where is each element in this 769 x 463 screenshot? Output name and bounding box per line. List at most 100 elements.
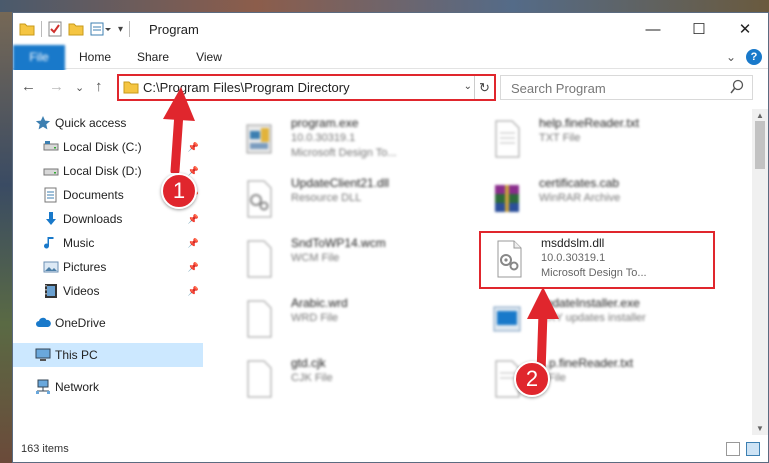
forward-button[interactable]: → bbox=[49, 78, 64, 95]
sidebar-item-network[interactable]: Network bbox=[13, 375, 203, 399]
folder-icon bbox=[19, 23, 35, 36]
quick-access-toolbar: ▾ bbox=[19, 21, 131, 37]
properties-icon[interactable] bbox=[48, 21, 62, 37]
file-item[interactable]: gtd.cjk CJK File bbox=[229, 353, 479, 411]
file-name: SndToWP14.wcm bbox=[291, 236, 386, 250]
sidebar-item-label: Music bbox=[63, 236, 95, 250]
sidebar-item-downloads[interactable]: Downloads 📌 bbox=[13, 207, 203, 231]
sidebar-item-label: Network bbox=[55, 380, 100, 394]
title-bar: ▾ Program — ☐ ✕ bbox=[13, 13, 768, 45]
file-item[interactable]: updateInstaller.exe ...XY updates instal… bbox=[477, 293, 727, 351]
sidebar-item-label: OneDrive bbox=[55, 316, 106, 330]
archive-icon bbox=[495, 185, 519, 212]
window-controls: — ☐ ✕ bbox=[630, 13, 768, 45]
expand-ribbon-icon[interactable]: ⌄ bbox=[726, 50, 736, 64]
videos-icon bbox=[45, 284, 57, 298]
file-type: Resource DLL bbox=[291, 192, 362, 204]
up-button[interactable]: ↑ bbox=[95, 78, 103, 95]
sidebar-item-label: Local Disk (C:) bbox=[63, 140, 142, 154]
file-type: CJK File bbox=[291, 372, 333, 384]
recent-locations-button[interactable]: ⌄ bbox=[75, 81, 84, 94]
sidebar-item-label: Documents bbox=[63, 188, 124, 202]
drive-icon bbox=[43, 141, 59, 151]
file-name: Arabic.wrd bbox=[291, 296, 348, 310]
refresh-button[interactable]: ↻ bbox=[474, 76, 494, 99]
exe-icon bbox=[246, 124, 272, 154]
dll-icon bbox=[247, 180, 272, 218]
pin-icon: 📌 bbox=[187, 285, 199, 296]
customize-toolbar-icon[interactable] bbox=[90, 22, 112, 36]
file-description: Microsoft Design To... bbox=[291, 147, 397, 159]
sidebar-item-onedrive[interactable]: OneDrive bbox=[13, 311, 203, 335]
file-item[interactable]: program.exe 10.0.30319.1 Microsoft Desig… bbox=[229, 113, 479, 171]
minimize-button[interactable]: — bbox=[630, 13, 676, 45]
scrollbar-thumb[interactable] bbox=[755, 121, 765, 169]
blank-file-icon bbox=[247, 300, 272, 338]
sidebar-item-quick-access[interactable]: Quick access bbox=[13, 111, 203, 135]
search-box[interactable]: Search Program bbox=[500, 75, 753, 100]
file-item[interactable]: SndToWP14.wcm WCM File bbox=[229, 233, 479, 291]
sidebar-item-label: Pictures bbox=[63, 260, 107, 274]
desktop-background-top bbox=[0, 0, 769, 12]
sidebar-item-pictures[interactable]: Pictures 📌 bbox=[13, 255, 203, 279]
text-file-icon bbox=[495, 120, 520, 158]
sidebar-item-label: This PC bbox=[55, 348, 98, 362]
help-icon[interactable]: ? bbox=[746, 49, 762, 65]
back-button[interactable]: ← bbox=[21, 78, 36, 95]
toolbar-divider bbox=[129, 21, 131, 37]
sidebar-item-this-pc[interactable]: This PC bbox=[13, 343, 203, 367]
ribbon-right-controls: ⌄ ? bbox=[726, 49, 762, 65]
sidebar-item-label: Videos bbox=[63, 284, 100, 298]
window-title: Program bbox=[149, 22, 199, 37]
blank-file-icon bbox=[247, 360, 272, 398]
step-badge-1: 1 bbox=[161, 173, 197, 209]
pin-icon: 📌 bbox=[187, 141, 199, 152]
tab-view[interactable]: View bbox=[187, 45, 231, 69]
toolbar-dropdown-icon[interactable]: ▾ bbox=[118, 24, 123, 35]
file-type: WRD File bbox=[291, 312, 339, 324]
tab-share[interactable]: Share bbox=[131, 45, 175, 69]
address-bar[interactable]: C:\Program Files\Program Directory ⌄ ↻ bbox=[117, 74, 496, 101]
file-name: UpdateClient21.dll bbox=[291, 176, 390, 190]
scroll-down-icon[interactable]: ▼ bbox=[756, 424, 764, 433]
status-bar: 163 items bbox=[13, 438, 768, 462]
sidebar-item-videos[interactable]: Videos 📌 bbox=[13, 279, 203, 303]
address-path[interactable]: C:\Program Files\Program Directory bbox=[143, 80, 350, 95]
installer-icon bbox=[493, 306, 521, 332]
pc-icon bbox=[35, 348, 51, 361]
file-item[interactable]: UpdateClient21.dll Resource DLL bbox=[229, 173, 479, 231]
vertical-scrollbar[interactable]: ▲ ▼ bbox=[752, 109, 768, 435]
file-item[interactable]: Arabic.wrd WRD File bbox=[229, 293, 479, 351]
sidebar-item-label: Downloads bbox=[63, 212, 123, 226]
file-name: updateInstaller.exe bbox=[539, 296, 640, 310]
star-icon bbox=[35, 116, 51, 130]
file-item[interactable]: help.fineReader.txt TXT File bbox=[477, 113, 727, 171]
file-highlight-box bbox=[479, 231, 715, 289]
sidebar-item-local-disk-c[interactable]: Local Disk (C:) 📌 bbox=[13, 135, 203, 159]
search-icon bbox=[730, 79, 744, 94]
file-name: program.exe bbox=[291, 116, 359, 130]
close-button[interactable]: ✕ bbox=[722, 13, 768, 45]
desktop-background-left bbox=[0, 0, 12, 463]
sidebar-item-music[interactable]: Music 📌 bbox=[13, 231, 203, 255]
folder-icon bbox=[123, 81, 139, 94]
documents-icon bbox=[44, 187, 57, 203]
step-badge-2: 2 bbox=[514, 361, 550, 397]
file-type: ...XY updates installer bbox=[539, 312, 646, 324]
downloads-icon bbox=[46, 212, 56, 225]
file-version: 10.0.30319.1 bbox=[291, 132, 356, 144]
new-folder-icon[interactable] bbox=[68, 22, 84, 36]
file-type: WinRAR Archive bbox=[539, 192, 621, 204]
details-view-icon[interactable] bbox=[726, 442, 740, 456]
search-input[interactable]: Search Program bbox=[511, 81, 606, 96]
maximize-button[interactable]: ☐ bbox=[676, 13, 722, 45]
pin-icon: 📌 bbox=[187, 165, 199, 176]
file-explorer-window: ▾ Program — ☐ ✕ File Home Share View ⌄ ?… bbox=[12, 12, 769, 463]
tab-home[interactable]: Home bbox=[73, 45, 117, 69]
address-dropdown-icon[interactable]: ⌄ bbox=[464, 81, 472, 92]
large-icons-view-icon[interactable] bbox=[746, 442, 760, 456]
scroll-up-icon[interactable]: ▲ bbox=[756, 111, 764, 120]
music-icon bbox=[44, 237, 54, 249]
file-item[interactable]: certificates.cab WinRAR Archive bbox=[477, 173, 727, 231]
sidebar-item-label: Local Disk (D:) bbox=[63, 164, 142, 178]
